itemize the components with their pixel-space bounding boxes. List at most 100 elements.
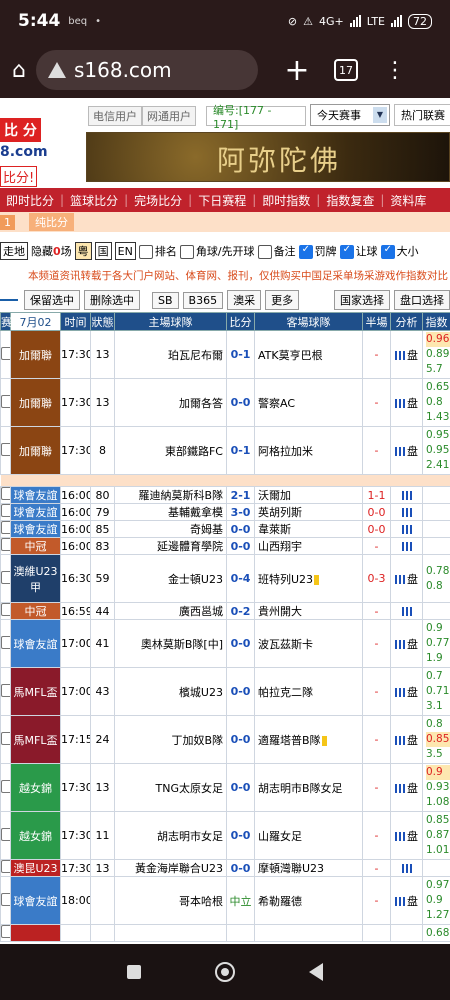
checkbox-icon[interactable] [1,860,10,873]
analysis-chart-icon[interactable] [395,399,405,408]
league-label[interactable]: 球會友誼 [10,619,61,668]
league-label[interactable]: 加爾聯 [10,378,61,427]
match-row[interactable]: 越女錦 17:30 13 TNG太原女足 0-0 胡志明市B隊女足 - 盘 0.9 0.93 1.0… [0,763,450,812]
league-label[interactable]: 馬MFL盃 [10,715,61,764]
row-select-checkbox[interactable] [0,537,11,555]
home-team[interactable]: 羅迪納莫斯科B隊 [114,486,227,504]
row-select-checkbox[interactable] [0,554,11,603]
away-team[interactable]: 希勒羅德 [254,876,363,925]
away-team[interactable]: 山西翔宇 [254,537,363,555]
home-team[interactable]: 廣西邕城 [114,602,227,620]
row-select-checkbox[interactable] [0,715,11,764]
analysis-chart-icon[interactable] [401,542,412,551]
match-row[interactable]: 越女錦 17:30 11 胡志明市女足 0-0 山羅女足 - 盘 0.85 0.87 1.01 [0,811,450,860]
row-select-checkbox[interactable] [0,924,11,942]
away-team[interactable]: 沃爾加 [254,486,363,504]
handicap-link[interactable]: 盘 [407,895,418,908]
match-score[interactable]: 0-2 [226,602,255,620]
nav-finished[interactable]: 完场比分 [128,192,188,209]
match-score[interactable]: 3-0 [226,503,255,521]
analysis-cell[interactable]: 盘 [390,667,423,716]
analysis-chart-icon[interactable] [401,508,412,517]
analysis-cell[interactable] [390,537,423,555]
match-row[interactable]: 馬MFL盃 17:15 24 丁加奴B隊 0-0 適羅塔普B隊 - 盘 0.8 0.85 3.5 [0,715,450,764]
home-team[interactable]: 黃金海岸聯合U23 [114,859,227,877]
analysis-cell[interactable]: 盘 [390,378,423,427]
match-score[interactable]: 0-0 [226,811,255,860]
handicap-link[interactable]: 盘 [407,573,418,586]
analysis-chart-icon[interactable] [401,607,412,616]
checkbox-icon[interactable] [1,504,10,517]
nav-schedule[interactable]: 下日赛程 [192,192,252,209]
home-team[interactable] [114,924,227,942]
b365-button[interactable]: B365 [182,291,224,309]
row-select-checkbox[interactable] [0,811,11,860]
row-select-checkbox[interactable] [0,763,11,812]
analysis-chart-icon[interactable] [401,491,412,500]
checkbox-icon[interactable] [1,442,10,456]
recents-button[interactable] [127,965,141,979]
lang-guo-button[interactable]: 国 [94,242,112,260]
checkbox-icon[interactable] [1,827,10,841]
match-row[interactable]: 球會友誼 18:00 哥本哈根 中立 希勒羅德 - 盘 0.97 0.9 1.27 [0,876,450,925]
home-team[interactable]: 延邊體育學院 [114,537,227,555]
analysis-chart-icon[interactable] [401,525,412,534]
home-button[interactable] [215,962,235,982]
match-score[interactable]: 0-4 [226,554,255,603]
address-bar[interactable]: s168.com [35,50,258,90]
match-row[interactable]: 球會友誼 16:00 80 羅迪納莫斯科B隊 2-1 沃爾加 1-1 [0,486,450,504]
handicap-link[interactable]: 盘 [407,782,418,795]
row-select-checkbox[interactable] [0,378,11,427]
row-select-checkbox[interactable] [0,330,11,379]
home-team[interactable]: 金士頓U23 [114,554,227,603]
insecure-warning-icon[interactable] [47,62,66,78]
away-team[interactable]: 波瓦茲斯卡 [254,619,363,668]
walk-button[interactable]: 走地 [0,242,28,260]
ad-banner[interactable]: 阿弥陀佛 [86,132,450,182]
row-select-checkbox[interactable] [0,503,11,521]
league-label[interactable] [10,924,61,942]
league-label[interactable]: 加爾聯 [10,330,61,379]
away-team[interactable]: 山羅女足 [254,811,363,860]
card-checkbox[interactable]: 罚牌 [298,243,337,259]
analysis-cell[interactable]: 盘 [390,715,423,764]
home-team[interactable]: 珀瓦尼布爾 [114,330,227,379]
handicap-link[interactable]: 盘 [407,734,418,747]
sb-button[interactable]: SB [152,291,179,309]
analysis-cell[interactable]: 盘 [390,811,423,860]
home-team[interactable]: TNG太原女足 [114,763,227,812]
league-label[interactable]: 越女錦 [10,763,61,812]
match-score[interactable]: 0-0 [226,667,255,716]
row-select-checkbox[interactable] [0,859,11,877]
checkbox-icon[interactable] [1,394,10,408]
handicap-link[interactable]: 盘 [407,830,418,843]
checkbox-icon[interactable] [1,683,10,697]
subnav-tab-pure-score[interactable]: 纯比分 [29,213,74,231]
handicap-checkbox[interactable]: 让球 [339,243,378,259]
overunder-checkbox[interactable]: 大小 [380,243,419,259]
delete-selected-button[interactable]: 删除选中 [84,290,140,310]
match-score[interactable]: 2-1 [226,486,255,504]
nav-database[interactable]: 资料库 [384,192,432,209]
back-button[interactable] [309,963,323,981]
analysis-chart-icon[interactable] [395,640,405,649]
league-label[interactable]: 加爾聯 [10,426,61,475]
lang-en-button[interactable]: EN [114,242,136,260]
match-row[interactable]: 中冠 16:00 83 延邊體育學院 0-0 山西翔宇 - [0,537,450,555]
match-row[interactable]: 中冠 16:59 44 廣西邕城 0-2 貴州開大 - [0,602,450,620]
home-team[interactable]: 加爾各答 [114,378,227,427]
league-label[interactable]: 澳維U23甲 [10,554,61,603]
home-team[interactable]: 檳城U23 [114,667,227,716]
row-select-checkbox[interactable] [0,876,11,925]
checkbox-icon[interactable] [1,603,10,616]
analysis-cell[interactable]: 盘 [390,330,423,379]
away-team[interactable]: 班特列U23 [254,554,363,603]
match-row[interactable]: 加爾聯 17:30 13 珀瓦尼布爾 0-1 ATK莫亨巴根 - 盘 0.96 0.89 5.7 [0,330,450,379]
checkbox-icon[interactable] [1,538,10,551]
match-row[interactable]: 加爾聯 17:30 13 加爾各答 0-0 警察AC - 盘 0.65 0.8 1.43 [0,378,450,427]
home-team[interactable]: 胡志明市女足 [114,811,227,860]
row-select-checkbox[interactable] [0,486,11,504]
league-label[interactable]: 球會友誼 [10,520,61,538]
away-team[interactable]: 阿格拉加米 [254,426,363,475]
match-score[interactable]: 0-1 [226,330,255,379]
